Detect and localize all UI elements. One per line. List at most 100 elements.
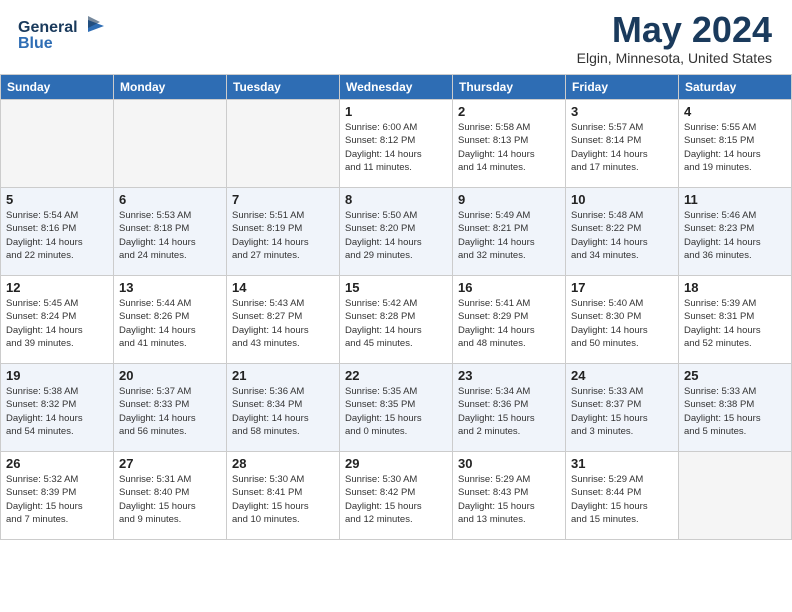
calendar-cell: 16Sunrise: 5:41 AM Sunset: 8:29 PM Dayli…: [453, 276, 566, 364]
date-number: 9: [458, 192, 560, 207]
date-number: 6: [119, 192, 221, 207]
calendar-cell: 29 Sunrise: 5:30 AM Sunset: 8:42 PM Dayli…: [340, 452, 453, 540]
date-number: 26: [6, 456, 108, 471]
date-number: 8: [345, 192, 447, 207]
calendar-cell: 30 Sunrise: 5:29 AM Sunset: 8:43 PM Dayli…: [453, 452, 566, 540]
date-number: 19: [6, 368, 108, 383]
calendar-cell: 20Sunrise: 5:37 AM Sunset: 8:33 PM Dayli…: [114, 364, 227, 452]
day-info: Sunrise: 5:58 AM Sunset: 8:13 PM Dayligh…: [458, 121, 560, 174]
date-number: 23: [458, 368, 560, 383]
date-number: 2: [458, 104, 560, 119]
day-info: Sunrise: 5:34 AM Sunset: 8:36 PM Dayligh…: [458, 385, 560, 438]
calendar-cell: 14 Sunrise: 5:43 AM Sunset: 8:27 PM Dayli…: [227, 276, 340, 364]
day-info: Sunrise: 5:30 AM Sunset: 8:41 PM Dayligh…: [232, 473, 334, 526]
date-number: 1: [345, 104, 447, 119]
day-info: Sunrise: 5:30 AM Sunset: 8:42 PM Dayligh…: [345, 473, 447, 526]
date-number: 7: [232, 192, 334, 207]
col-header-monday: Monday: [114, 75, 227, 100]
calendar-cell: 5Sunrise: 5:54 AM Sunset: 8:16 PM Daylig…: [1, 188, 114, 276]
day-info: Sunrise: 5:43 AM Sunset: 8:27 PM Dayligh…: [232, 297, 334, 350]
date-number: 17: [571, 280, 673, 295]
calendar-cell: [679, 452, 792, 540]
day-info: Sunrise: 5:33 AM Sunset: 8:37 PM Dayligh…: [571, 385, 673, 438]
day-info: Sunrise: 5:31 AM Sunset: 8:40 PM Dayligh…: [119, 473, 221, 526]
calendar-cell: 23 Sunrise: 5:34 AM Sunset: 8:36 PM Dayli…: [453, 364, 566, 452]
day-info: Sunrise: 5:53 AM Sunset: 8:18 PM Dayligh…: [119, 209, 221, 262]
date-number: 28: [232, 456, 334, 471]
date-number: 13: [119, 280, 221, 295]
day-info: Sunrise: 6:00 AM Sunset: 8:12 PM Dayligh…: [345, 121, 447, 174]
svg-text:Blue: Blue: [18, 35, 53, 52]
calendar-cell: 27 Sunrise: 5:31 AM Sunset: 8:40 PM Dayli…: [114, 452, 227, 540]
day-info: Sunrise: 5:42 AM Sunset: 8:28 PM Dayligh…: [345, 297, 447, 350]
day-info: Sunrise: 5:50 AM Sunset: 8:20 PM Dayligh…: [345, 209, 447, 262]
calendar-cell: [227, 100, 340, 188]
calendar-cell: 17 Sunrise: 5:40 AM Sunset: 8:30 PM Dayli…: [566, 276, 679, 364]
day-info: Sunrise: 5:40 AM Sunset: 8:30 PM Dayligh…: [571, 297, 673, 350]
col-header-thursday: Thursday: [453, 75, 566, 100]
calendar-cell: 2 Sunrise: 5:58 AM Sunset: 8:13 PM Daylig…: [453, 100, 566, 188]
day-info: Sunrise: 5:57 AM Sunset: 8:14 PM Dayligh…: [571, 121, 673, 174]
calendar-cell: [1, 100, 114, 188]
calendar-cell: 28 Sunrise: 5:30 AM Sunset: 8:41 PM Dayli…: [227, 452, 340, 540]
date-number: 25: [684, 368, 786, 383]
day-info: Sunrise: 5:41 AM Sunset: 8:29 PM Dayligh…: [458, 297, 560, 350]
location: Elgin, Minnesota, United States: [577, 50, 772, 66]
col-header-wednesday: Wednesday: [340, 75, 453, 100]
calendar-table: SundayMondayTuesdayWednesdayThursdayFrid…: [0, 74, 792, 540]
calendar-cell: 6 Sunrise: 5:53 AM Sunset: 8:18 PM Daylig…: [114, 188, 227, 276]
date-number: 20: [119, 368, 221, 383]
day-info: Sunrise: 5:51 AM Sunset: 8:19 PM Dayligh…: [232, 209, 334, 262]
date-number: 30: [458, 456, 560, 471]
calendar-cell: 22Sunrise: 5:35 AM Sunset: 8:35 PM Dayli…: [340, 364, 453, 452]
calendar-week-row: 19 Sunrise: 5:38 AM Sunset: 8:32 PM Dayli…: [1, 364, 792, 452]
calendar-cell: 3 Sunrise: 5:57 AM Sunset: 8:14 PM Daylig…: [566, 100, 679, 188]
day-info: Sunrise: 5:44 AM Sunset: 8:26 PM Dayligh…: [119, 297, 221, 350]
date-number: 5: [6, 192, 108, 207]
calendar-cell: 12 Sunrise: 5:45 AM Sunset: 8:24 PM Dayli…: [1, 276, 114, 364]
month-title: May 2024: [577, 12, 772, 48]
date-number: 14: [232, 280, 334, 295]
day-info: Sunrise: 5:32 AM Sunset: 8:39 PM Dayligh…: [6, 473, 108, 526]
calendar-cell: 1 Sunrise: 6:00 AM Sunset: 8:12 PM Daylig…: [340, 100, 453, 188]
date-number: 18: [684, 280, 786, 295]
calendar-cell: 19 Sunrise: 5:38 AM Sunset: 8:32 PM Dayli…: [1, 364, 114, 452]
calendar-cell: 31 Sunrise: 5:29 AM Sunset: 8:44 PM Dayli…: [566, 452, 679, 540]
day-info: Sunrise: 5:45 AM Sunset: 8:24 PM Dayligh…: [6, 297, 108, 350]
col-header-saturday: Saturday: [679, 75, 792, 100]
date-number: 27: [119, 456, 221, 471]
day-info: Sunrise: 5:38 AM Sunset: 8:32 PM Dayligh…: [6, 385, 108, 438]
logo-icon: General Blue: [16, 12, 106, 56]
date-number: 4: [684, 104, 786, 119]
day-info: Sunrise: 5:33 AM Sunset: 8:38 PM Dayligh…: [684, 385, 786, 438]
date-number: 11: [684, 192, 786, 207]
date-number: 15: [345, 280, 447, 295]
calendar-cell: 24 Sunrise: 5:33 AM Sunset: 8:37 PM Dayli…: [566, 364, 679, 452]
calendar-cell: 8 Sunrise: 5:50 AM Sunset: 8:20 PM Daylig…: [340, 188, 453, 276]
day-info: Sunrise: 5:36 AM Sunset: 8:34 PM Dayligh…: [232, 385, 334, 438]
calendar-week-row: 5Sunrise: 5:54 AM Sunset: 8:16 PM Daylig…: [1, 188, 792, 276]
col-header-tuesday: Tuesday: [227, 75, 340, 100]
date-number: 31: [571, 456, 673, 471]
calendar-cell: 15 Sunrise: 5:42 AM Sunset: 8:28 PM Dayli…: [340, 276, 453, 364]
calendar-cell: 21 Sunrise: 5:36 AM Sunset: 8:34 PM Dayli…: [227, 364, 340, 452]
day-info: Sunrise: 5:29 AM Sunset: 8:44 PM Dayligh…: [571, 473, 673, 526]
date-number: 29: [345, 456, 447, 471]
day-info: Sunrise: 5:39 AM Sunset: 8:31 PM Dayligh…: [684, 297, 786, 350]
date-number: 3: [571, 104, 673, 119]
calendar-header-row: SundayMondayTuesdayWednesdayThursdayFrid…: [1, 75, 792, 100]
calendar-cell: 26 Sunrise: 5:32 AM Sunset: 8:39 PM Dayli…: [1, 452, 114, 540]
day-info: Sunrise: 5:55 AM Sunset: 8:15 PM Dayligh…: [684, 121, 786, 174]
date-number: 22: [345, 368, 447, 383]
calendar-cell: 18 Sunrise: 5:39 AM Sunset: 8:31 PM Dayli…: [679, 276, 792, 364]
calendar-week-row: 26 Sunrise: 5:32 AM Sunset: 8:39 PM Dayli…: [1, 452, 792, 540]
date-number: 12: [6, 280, 108, 295]
calendar-cell: 13 Sunrise: 5:44 AM Sunset: 8:26 PM Dayli…: [114, 276, 227, 364]
day-info: Sunrise: 5:49 AM Sunset: 8:21 PM Dayligh…: [458, 209, 560, 262]
calendar-cell: 11Sunrise: 5:46 AM Sunset: 8:23 PM Dayli…: [679, 188, 792, 276]
date-number: 24: [571, 368, 673, 383]
calendar-week-row: 12 Sunrise: 5:45 AM Sunset: 8:24 PM Dayli…: [1, 276, 792, 364]
date-number: 21: [232, 368, 334, 383]
day-info: Sunrise: 5:29 AM Sunset: 8:43 PM Dayligh…: [458, 473, 560, 526]
calendar-week-row: 1 Sunrise: 6:00 AM Sunset: 8:12 PM Daylig…: [1, 100, 792, 188]
